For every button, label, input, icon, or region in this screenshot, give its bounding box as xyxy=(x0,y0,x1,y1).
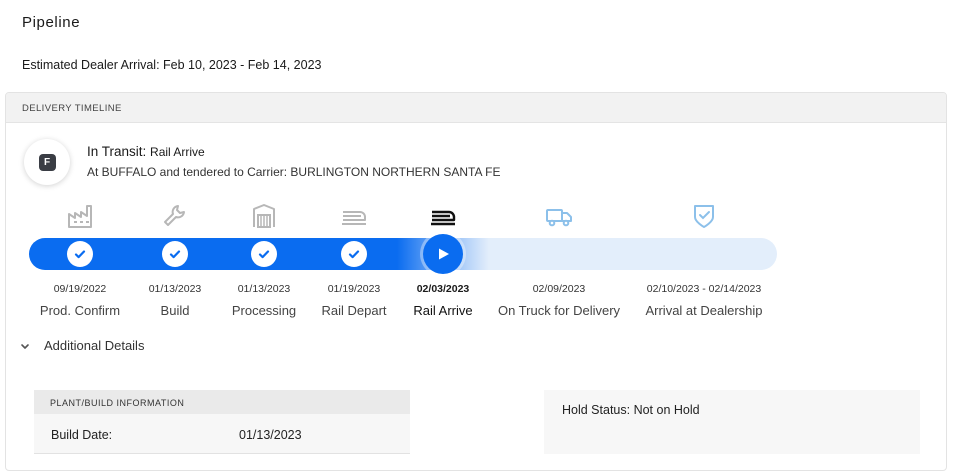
plant-build-panel: PLANT/BUILD INFORMATION Build Date: 01/1… xyxy=(34,390,410,454)
step-label: Arrival at Dealership xyxy=(645,303,763,318)
delivery-timeline-header: DELIVERY TIMELINE xyxy=(6,93,946,123)
delivery-timeline-card: DELIVERY TIMELINE F In Transit: Rail Arr… xyxy=(5,92,947,471)
check-icon xyxy=(348,250,360,259)
step-date: 01/13/2023 xyxy=(237,283,291,295)
step-done-dot xyxy=(341,241,367,267)
hold-status: Hold Status: Not on Hold xyxy=(562,403,700,417)
divider xyxy=(34,453,410,454)
check-icon xyxy=(74,250,86,259)
estimated-arrival: Estimated Dealer Arrival: Feb 10, 2023 -… xyxy=(22,58,322,72)
step-label: Processing xyxy=(231,303,297,318)
step-date: 02/09/2023 xyxy=(532,283,586,295)
step-date: 01/19/2023 xyxy=(327,283,381,295)
step-date: 01/13/2023 xyxy=(148,283,202,295)
step-label: Build xyxy=(160,303,190,318)
chevron-down-icon xyxy=(21,343,29,349)
build-date-label: Build Date: xyxy=(51,428,113,442)
step-date: 09/19/2022 xyxy=(53,283,107,295)
status-line: In Transit: Rail Arrive xyxy=(87,144,205,159)
build-date-row: Build Date: 01/13/2023 xyxy=(34,414,410,442)
step-label: On Truck for Delivery xyxy=(497,303,621,318)
processing-icon xyxy=(253,204,275,228)
step-date-current: 02/03/2023 xyxy=(416,283,470,295)
avatar-letter: F xyxy=(38,153,56,171)
step-current-marker xyxy=(423,234,463,274)
rail-arrive-icon xyxy=(431,210,456,226)
step-label: Rail Depart xyxy=(321,303,387,318)
status-detail: At BUFFALO and tendered to Carrier: BURL… xyxy=(87,165,501,179)
page-title: Pipeline xyxy=(22,14,81,31)
truck-icon xyxy=(546,209,572,227)
step-label: Prod. Confirm xyxy=(39,303,121,318)
status-value: Rail Arrive xyxy=(150,145,205,159)
step-date: 02/10/2023 - 02/14/2023 xyxy=(646,283,762,295)
check-icon xyxy=(258,250,270,259)
build-date-value: 01/13/2023 xyxy=(239,428,302,442)
play-icon xyxy=(439,248,449,260)
rail-depart-icon xyxy=(342,211,366,225)
step-done-dot xyxy=(251,241,277,267)
shield-check-icon xyxy=(694,205,714,228)
hold-status-panel: Hold Status: Not on Hold xyxy=(544,390,920,454)
factory-icon xyxy=(68,205,92,228)
status-avatar: F xyxy=(24,139,70,185)
wrench-icon xyxy=(164,205,185,226)
step-label-current: Rail Arrive xyxy=(413,303,473,318)
plant-build-header: PLANT/BUILD INFORMATION xyxy=(34,390,410,414)
step-done-dot xyxy=(67,241,93,267)
additional-details-toggle[interactable]: Additional Details xyxy=(18,338,144,353)
additional-details-label: Additional Details xyxy=(44,338,145,353)
progress-track xyxy=(29,238,777,270)
step-done-dot xyxy=(162,241,188,267)
check-icon xyxy=(169,250,181,259)
status-label: In Transit: xyxy=(87,144,147,159)
